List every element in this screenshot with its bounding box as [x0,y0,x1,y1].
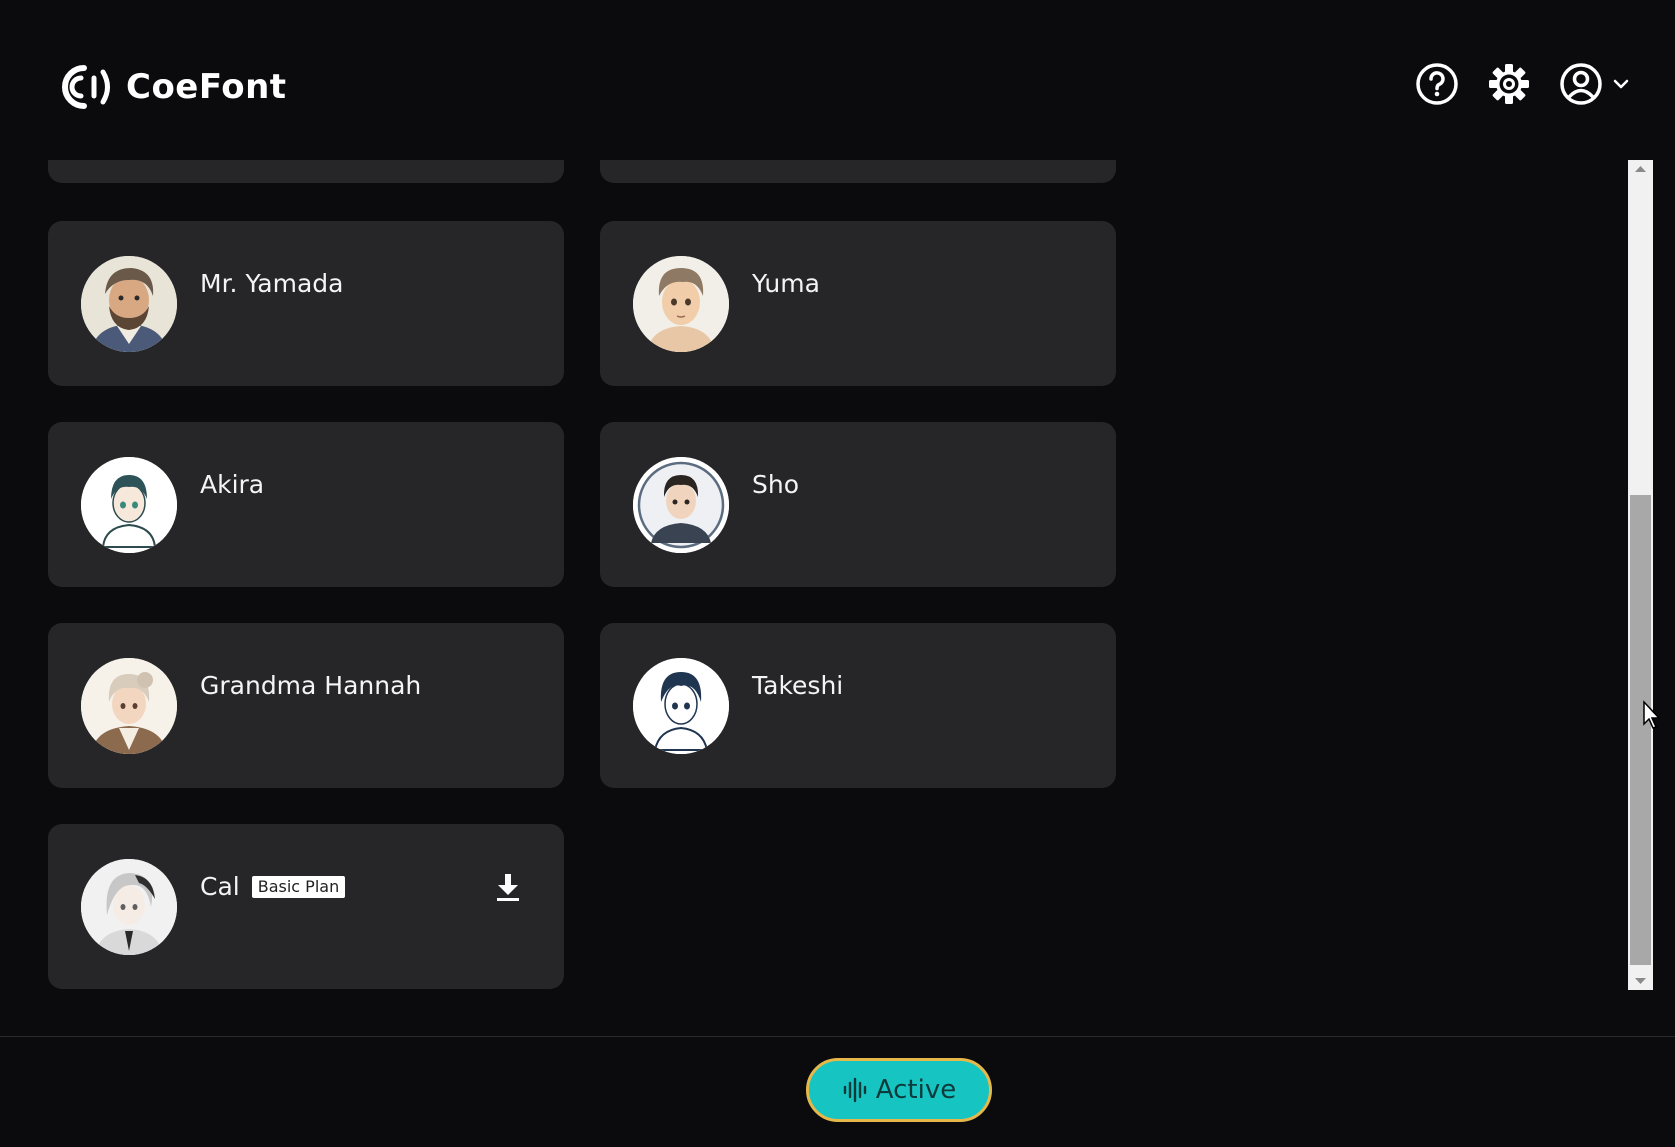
active-label: Active [875,1075,957,1105]
voice-card-partial[interactable] [48,160,564,183]
chevron-down-icon [1613,79,1629,89]
voice-name: Yuma [752,269,820,298]
voice-avatar [633,457,729,553]
help-icon[interactable] [1415,62,1459,106]
voice-card[interactable]: Akira [48,422,564,587]
voice-card[interactable]: Yuma [600,221,1116,386]
coefont-logo[interactable]: CoeFont [56,62,287,112]
voice-card[interactable]: Takeshi [600,623,1116,788]
voice-avatar [81,859,177,955]
coefont-logo-icon [62,65,110,109]
voice-avatar [81,457,177,553]
voice-avatar [633,658,729,754]
voice-card[interactable]: Grandma Hannah [48,623,564,788]
voice-avatar [633,256,729,352]
logo-text: CoeFont [126,67,287,107]
plan-badge: Basic Plan [251,875,346,898]
app-header: CoeFont [0,0,1675,160]
download-icon[interactable] [494,872,522,902]
voice-card-partial[interactable] [600,160,1116,183]
scrollbar-thumb[interactable] [1630,495,1651,965]
voice-avatar [81,256,177,352]
scrollbar[interactable] [1628,160,1653,990]
voice-name: Akira [200,470,265,499]
voice-name: Grandma Hannah [200,671,422,700]
footer-bar: Active [0,1036,1675,1147]
voice-list[interactable]: Mr. Yamada Yuma Akira Sho Grandma Hannah… [0,160,1650,990]
voice-name: Sho [752,470,800,499]
voice-card[interactable]: Cal Basic Plan [48,824,564,989]
account-icon [1560,63,1602,105]
voice-name: Takeshi [752,671,844,700]
voice-card[interactable]: Sho [600,422,1116,587]
scroll-up-arrow-icon[interactable] [1628,160,1653,178]
settings-icon[interactable] [1487,62,1531,106]
voice-name: Cal Basic Plan [200,872,346,901]
mouse-cursor-icon [1643,700,1661,729]
voice-name: Mr. Yamada [200,269,344,298]
header-actions [1387,62,1631,106]
scroll-down-arrow-icon[interactable] [1628,972,1653,990]
voice-card[interactable]: Mr. Yamada [48,221,564,386]
account-menu[interactable] [1559,62,1631,106]
voice-avatar [81,658,177,754]
waveform-icon [843,1077,866,1103]
active-button[interactable]: Active [806,1058,992,1122]
